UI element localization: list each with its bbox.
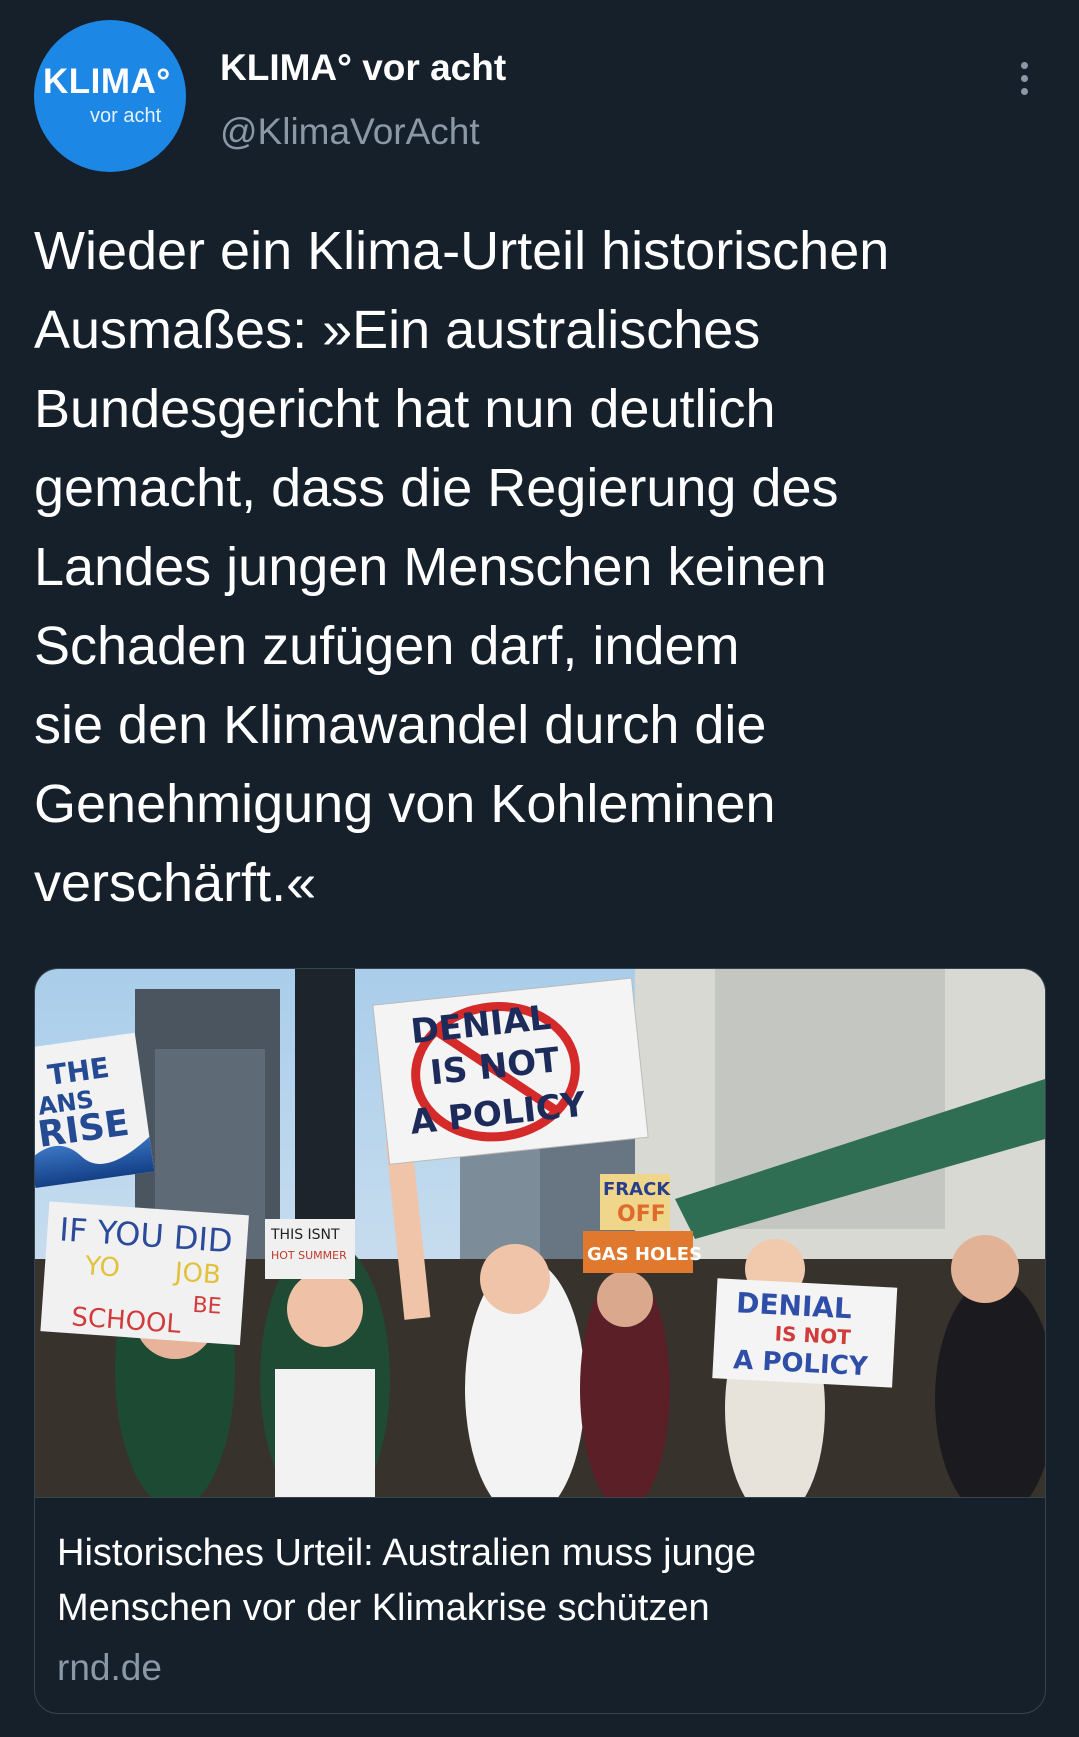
- sign-denial-main: DENIAL IS NOT A POLICY: [372, 977, 649, 1165]
- face: [597, 1271, 653, 1327]
- face: [287, 1271, 363, 1347]
- sign-gas: GAS HOLES: [583, 1231, 702, 1273]
- face: [951, 1235, 1019, 1303]
- sign-right-line: IS NOT: [774, 1321, 852, 1349]
- sign-frack: FRACK OFF: [600, 1174, 671, 1230]
- sign-small-line: THIS ISNT: [270, 1227, 340, 1243]
- card-title[interactable]: Historisches Urteil: Australien muss jun…: [57, 1526, 1017, 1636]
- sign-bottom-left: IF YOU DID YO JOB BE SCHOOL: [40, 1201, 249, 1346]
- sign-frack-line: OFF: [617, 1202, 666, 1227]
- sign-right-line: DENIAL: [735, 1286, 852, 1325]
- card-body[interactable]: Historisches Urteil: Australien muss jun…: [35, 1497, 1045, 1713]
- more-dot: [1020, 74, 1028, 82]
- link-card[interactable]: DENIAL IS NOT A POLICY THE ANS RISE IF Y…: [34, 968, 1046, 1714]
- avatar-logo-subtitle: vor acht: [90, 105, 162, 127]
- sign-small: THIS ISNT HOT SUMMER: [265, 1219, 355, 1279]
- sign-bl-line: BE: [192, 1293, 223, 1320]
- more-dot: [1020, 87, 1028, 95]
- sign-gas-text: GAS HOLES: [587, 1244, 702, 1265]
- card-image[interactable]: DENIAL IS NOT A POLICY THE ANS RISE IF Y…: [35, 969, 1045, 1497]
- tweet-header: KLIMA° vor acht KLIMA° vor acht @KlimaVo…: [34, 20, 1044, 172]
- avatar[interactable]: KLIMA° vor acht: [34, 20, 186, 172]
- sign-bl-line: JOB: [172, 1257, 222, 1290]
- sign-left: THE ANS RISE: [35, 1032, 155, 1189]
- sign-denial-right: DENIAL IS NOT A POLICY: [712, 1278, 898, 1388]
- display-name[interactable]: KLIMA° vor acht: [220, 46, 506, 90]
- sign-bl-line: YO: [83, 1251, 121, 1283]
- person-shirt: [275, 1369, 375, 1497]
- sign-small-line: HOT SUMMER: [271, 1249, 347, 1262]
- card-domain[interactable]: rnd.de: [57, 1646, 162, 1690]
- user-handle[interactable]: @KlimaVorAcht: [220, 110, 480, 154]
- avatar-logo-title: KLIMA°: [43, 62, 171, 101]
- tweet-text: Wieder ein Klima-Urteil historischen Aus…: [34, 221, 890, 913]
- face: [480, 1244, 550, 1314]
- more-dot: [1020, 61, 1028, 69]
- more-options-icon[interactable]: [1004, 48, 1044, 108]
- sign-frack-line: FRACK: [603, 1179, 671, 1200]
